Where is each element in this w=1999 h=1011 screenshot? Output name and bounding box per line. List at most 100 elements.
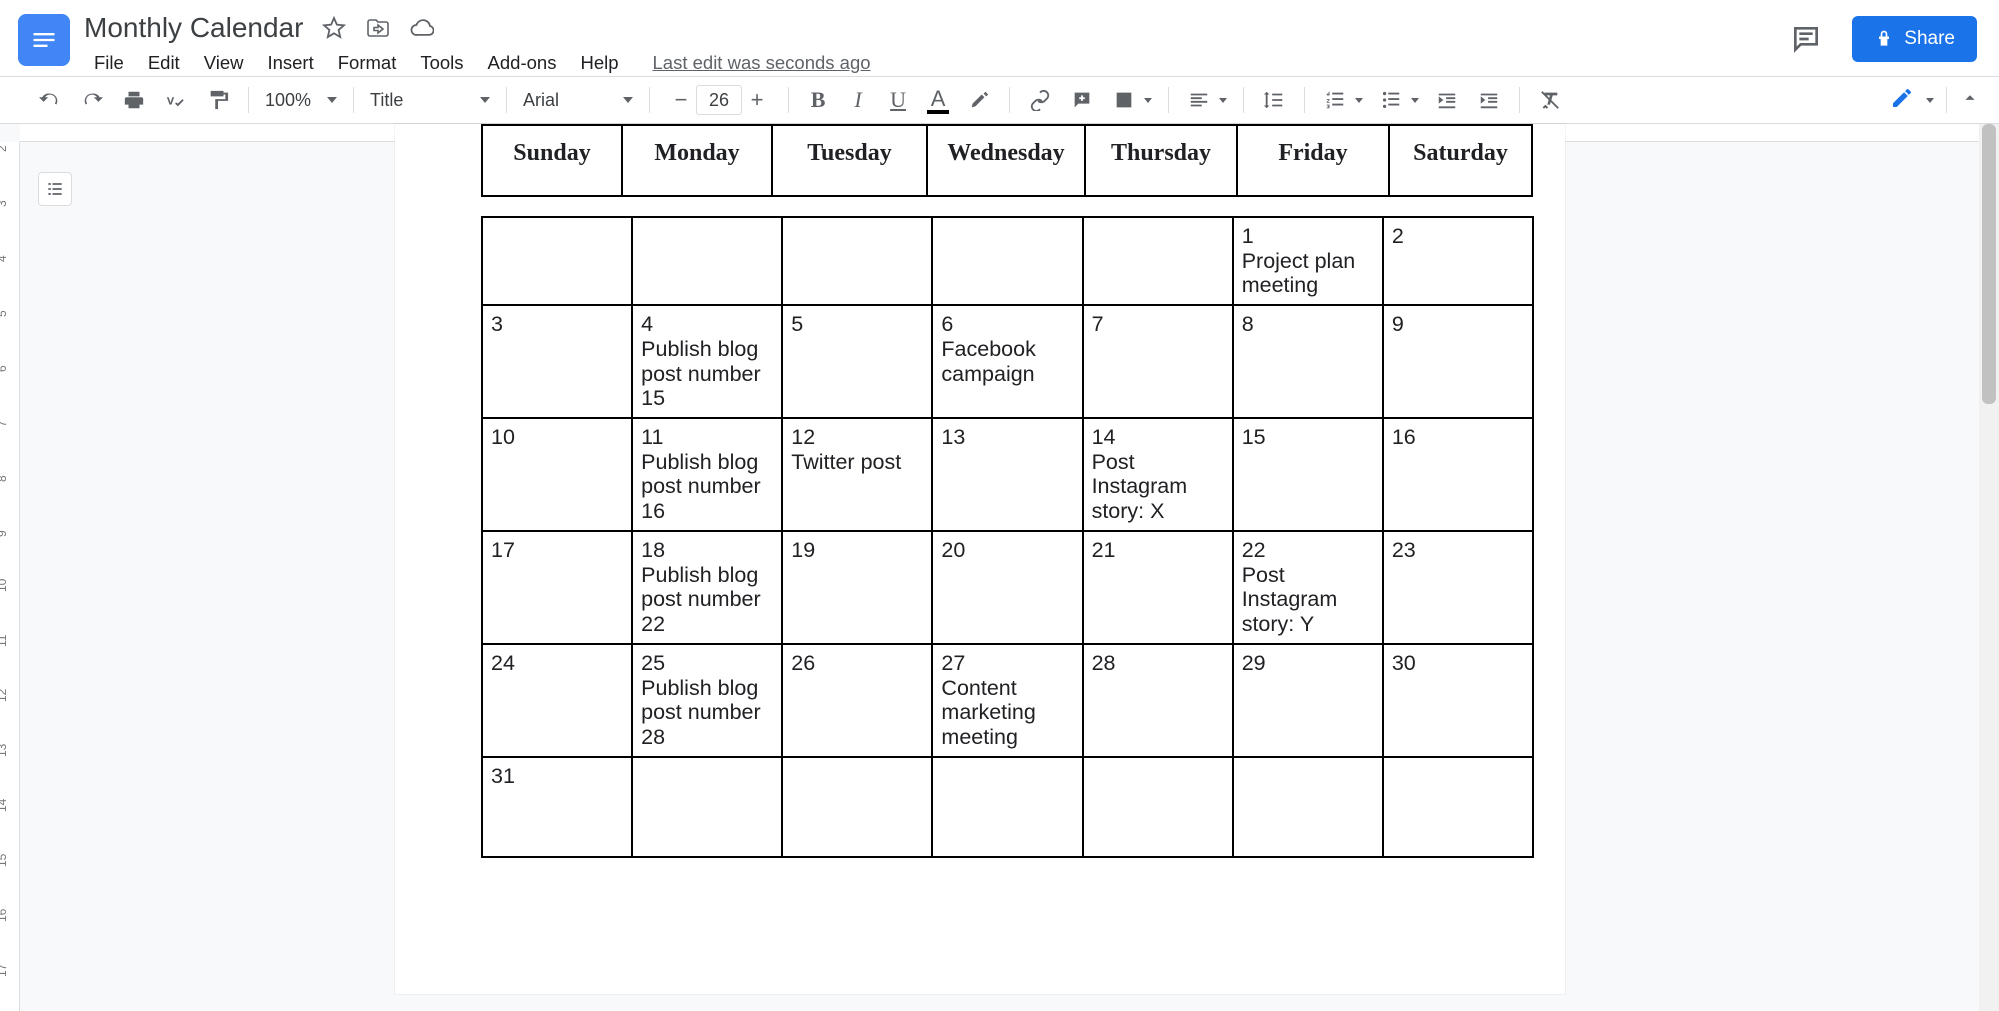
hide-menus-icon[interactable] [1951, 87, 1989, 114]
zoom-select[interactable]: 100% [265, 90, 337, 111]
bulleted-list-button[interactable] [1377, 86, 1419, 114]
calendar-cell[interactable]: 27Content marketing meeting [932, 644, 1082, 757]
underline-button[interactable]: U [885, 87, 911, 113]
calendar-cell[interactable]: 6Facebook campaign [932, 305, 1082, 418]
print-icon[interactable] [120, 86, 148, 114]
day-header[interactable]: Sunday [482, 125, 622, 196]
calendar-cell[interactable]: 30 [1383, 644, 1533, 757]
calendar-cell[interactable]: 8 [1233, 305, 1383, 418]
document-page[interactable]: SundayMondayTuesdayWednesdayThursdayFrid… [395, 124, 1565, 994]
calendar-header-table[interactable]: SundayMondayTuesdayWednesdayThursdayFrid… [481, 124, 1533, 197]
calendar-cell[interactable]: 14Post Instagram story: X [1083, 418, 1233, 531]
calendar-cell[interactable]: 15 [1233, 418, 1383, 531]
clear-formatting-icon[interactable] [1536, 86, 1564, 114]
indent-increase-icon[interactable] [1475, 86, 1503, 114]
numbered-list-button[interactable] [1321, 86, 1363, 114]
star-icon[interactable] [321, 15, 347, 41]
bold-button[interactable]: B [805, 87, 831, 113]
text-color-button[interactable]: A [925, 86, 951, 114]
calendar-cell[interactable] [782, 217, 932, 305]
calendar-cell[interactable] [1083, 217, 1233, 305]
docs-logo-icon[interactable] [18, 14, 70, 66]
menu-insert[interactable]: Insert [257, 48, 323, 78]
move-icon[interactable] [365, 15, 391, 41]
share-button[interactable]: Share [1852, 16, 1977, 62]
menu-tools[interactable]: Tools [410, 48, 473, 78]
day-header[interactable]: Monday [622, 125, 772, 196]
day-header[interactable]: Tuesday [772, 125, 927, 196]
calendar-cell[interactable]: 25Publish blog post number 28 [632, 644, 782, 757]
font-size-decrease[interactable]: − [666, 85, 696, 115]
spellcheck-icon[interactable] [162, 86, 190, 114]
calendar-cell[interactable] [1083, 757, 1233, 857]
font-size-input[interactable] [696, 85, 742, 115]
highlight-icon[interactable] [965, 86, 993, 114]
calendar-cell[interactable] [632, 217, 782, 305]
font-size-increase[interactable]: + [742, 85, 772, 115]
comments-icon[interactable] [1788, 21, 1824, 57]
calendar-cell[interactable] [482, 217, 632, 305]
undo-icon[interactable] [36, 86, 64, 114]
calendar-cell[interactable]: 1Project plan meeting [1233, 217, 1383, 305]
line-spacing-icon[interactable] [1260, 86, 1288, 114]
calendar-cell[interactable]: 16 [1383, 418, 1533, 531]
day-header[interactable]: Thursday [1085, 125, 1237, 196]
menu-view[interactable]: View [194, 48, 254, 78]
calendar-cell[interactable]: 7 [1083, 305, 1233, 418]
calendar-cell[interactable]: 28 [1083, 644, 1233, 757]
menu-help[interactable]: Help [570, 48, 628, 78]
calendar-cell[interactable]: 29 [1233, 644, 1383, 757]
calendar-cell[interactable]: 19 [782, 531, 932, 644]
day-header[interactable]: Saturday [1389, 125, 1532, 196]
add-comment-icon[interactable] [1068, 86, 1096, 114]
vertical-scrollbar[interactable] [1979, 124, 1999, 1011]
calendar-cell[interactable] [632, 757, 782, 857]
calendar-cell[interactable]: 23 [1383, 531, 1533, 644]
menu-format[interactable]: Format [328, 48, 407, 78]
paragraph-style-select[interactable]: Title [370, 90, 490, 111]
day-header[interactable]: Wednesday [927, 125, 1085, 196]
menu-edit[interactable]: Edit [138, 48, 190, 78]
indent-decrease-icon[interactable] [1433, 86, 1461, 114]
menu-file[interactable]: File [84, 48, 134, 78]
calendar-cell[interactable]: 13 [932, 418, 1082, 531]
calendar-cell[interactable]: 21 [1083, 531, 1233, 644]
menu-addons[interactable]: Add-ons [478, 48, 567, 78]
calendar-cell[interactable]: 24 [482, 644, 632, 757]
calendar-cell[interactable] [932, 217, 1082, 305]
font-family-select[interactable]: Arial [523, 90, 633, 111]
calendar-cell[interactable]: 22Post Instagram story: Y [1233, 531, 1383, 644]
scrollbar-thumb[interactable] [1982, 124, 1996, 404]
document-title[interactable]: Monthly Calendar [84, 10, 303, 46]
link-icon[interactable] [1026, 86, 1054, 114]
day-header[interactable]: Friday [1237, 125, 1389, 196]
editing-mode-button[interactable] [1882, 82, 1942, 119]
insert-image-button[interactable] [1110, 86, 1152, 114]
align-button[interactable] [1185, 86, 1227, 114]
calendar-cell[interactable]: 26 [782, 644, 932, 757]
calendar-cell[interactable]: 3 [482, 305, 632, 418]
calendar-cell[interactable]: 20 [932, 531, 1082, 644]
last-edit-link[interactable]: Last edit was seconds ago [653, 52, 871, 74]
calendar-cell[interactable]: 31 [482, 757, 632, 857]
calendar-cell[interactable]: 12Twitter post [782, 418, 932, 531]
calendar-cell[interactable]: 18Publish blog post number 22 [632, 531, 782, 644]
document-outline-button[interactable] [38, 172, 72, 206]
calendar-table[interactable]: 1Project plan meeting234Publish blog pos… [481, 216, 1534, 858]
redo-icon[interactable] [78, 86, 106, 114]
cloud-saved-icon[interactable] [409, 15, 435, 41]
calendar-cell[interactable]: 10 [482, 418, 632, 531]
vertical-ruler[interactable]: 234567891011121314151617 [0, 142, 20, 1011]
calendar-cell[interactable]: 2 [1383, 217, 1533, 305]
calendar-cell[interactable]: 9 [1383, 305, 1533, 418]
calendar-cell[interactable] [932, 757, 1082, 857]
calendar-cell[interactable]: 5 [782, 305, 932, 418]
italic-button[interactable]: I [845, 87, 871, 113]
calendar-cell[interactable]: 11Publish blog post number 16 [632, 418, 782, 531]
calendar-cell[interactable] [1233, 757, 1383, 857]
calendar-cell[interactable] [782, 757, 932, 857]
calendar-cell[interactable] [1383, 757, 1533, 857]
paint-format-icon[interactable] [204, 86, 232, 114]
calendar-cell[interactable]: 4Publish blog post number 15 [632, 305, 782, 418]
calendar-cell[interactable]: 17 [482, 531, 632, 644]
